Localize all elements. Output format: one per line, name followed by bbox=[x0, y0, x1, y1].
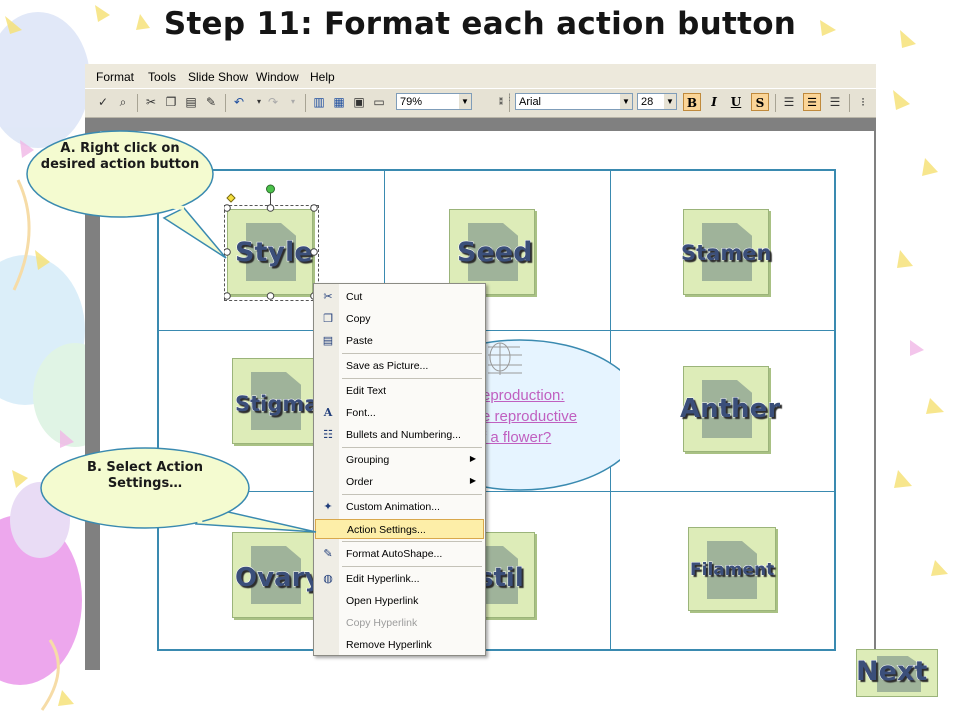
menu-item-paste[interactable]: ▤ Paste bbox=[315, 331, 484, 351]
paste-icon[interactable]: ▤ bbox=[183, 94, 199, 110]
shadow-button[interactable]: S bbox=[751, 93, 769, 111]
menu-item-cut[interactable]: ✂ Cut bbox=[315, 287, 484, 307]
scissors-icon: ✂ bbox=[323, 291, 333, 303]
menu-item-order[interactable]: Order ▶ bbox=[315, 472, 484, 492]
menu-item-bullets-numbering[interactable]: ☷ Bullets and Numbering... bbox=[315, 425, 484, 445]
center-text-line-2: e reproductive bbox=[482, 408, 578, 425]
font-size-value: 28 bbox=[641, 96, 654, 108]
cut-icon[interactable]: ✂ bbox=[143, 94, 159, 110]
label-stamen: Stamen bbox=[680, 241, 772, 266]
copy-icon: ❐ bbox=[323, 313, 333, 325]
callout-a-text: A. Right click on desired action button bbox=[40, 141, 200, 172]
next-button-label: Next bbox=[855, 656, 928, 688]
menu-item-remove-hyperlink[interactable]: Remove Hyperlink bbox=[315, 635, 484, 655]
menu-format[interactable]: Format bbox=[96, 70, 134, 84]
menu-item-copy[interactable]: ❐ Copy bbox=[315, 309, 484, 329]
chart-icon[interactable]: ▥ bbox=[311, 94, 327, 110]
menu-item-edit-text[interactable]: Edit Text bbox=[315, 381, 484, 401]
menu-item-action-settings[interactable]: Action Settings... bbox=[315, 519, 484, 539]
drag-handle-icon[interactable]: ⋮ bbox=[505, 89, 514, 105]
menu-window[interactable]: Window bbox=[256, 70, 299, 84]
font-name-select[interactable]: Arial ▼ bbox=[515, 93, 633, 110]
menu-item-save-as-picture[interactable]: Save as Picture... bbox=[315, 356, 484, 376]
font-name-value: Arial bbox=[519, 96, 542, 108]
label-ovary: Ovary bbox=[234, 563, 322, 594]
table-icon[interactable]: ▦ bbox=[331, 94, 347, 110]
chevron-down-icon: ▼ bbox=[459, 94, 471, 109]
align-left-icon[interactable]: ☰ bbox=[781, 94, 797, 110]
font-icon: A bbox=[323, 406, 333, 419]
chevron-down-icon: ▼ bbox=[620, 94, 632, 109]
menu-help[interactable]: Help bbox=[310, 70, 335, 84]
zoom-select[interactable]: 79% ▼ bbox=[396, 93, 472, 110]
paste-icon: ▤ bbox=[322, 335, 334, 347]
format-painter-icon[interactable]: ✎ bbox=[203, 94, 219, 110]
font-size-select[interactable]: 28 ▼ bbox=[637, 93, 677, 110]
align-right-icon[interactable]: ☰ bbox=[827, 94, 843, 110]
slide-title: Step 11: Format each action button bbox=[163, 6, 797, 42]
center-text-line-3: f a flower? bbox=[482, 429, 552, 446]
hyperlink-icon: ◍ bbox=[323, 573, 333, 585]
label-anther: Anther bbox=[679, 394, 781, 425]
numbering-icon[interactable]: ⁝ bbox=[855, 94, 871, 110]
bullets-icon: ☷ bbox=[323, 429, 333, 441]
redo-icon[interactable]: ↷ bbox=[265, 94, 281, 110]
underline-button[interactable]: U bbox=[727, 93, 745, 111]
callout-b-text: B. Select Action Settings… bbox=[87, 460, 203, 491]
menu-bar: Format Tools Slide Show Window Help bbox=[85, 64, 876, 88]
context-menu: ✂ Cut ❐ Copy ▤ Paste Save as Picture... Edi… bbox=[313, 283, 486, 656]
research-icon[interactable]: ⌕ bbox=[115, 94, 131, 110]
undo-icon[interactable]: ↶ bbox=[231, 94, 247, 110]
callout-b-bubble bbox=[40, 447, 317, 533]
menu-item-copy-hyperlink: Copy Hyperlink bbox=[346, 617, 418, 629]
toolbar: ✓ ⌕ ✂ ❐ ▤ ✎ ↶ ▾ ↷ ▾ ▥ ▦ ▣ ▭ 79% ▼ ⁑ ⋮ Ar… bbox=[85, 88, 876, 118]
bold-button[interactable]: B bbox=[683, 93, 701, 111]
copy-icon[interactable]: ❐ bbox=[163, 94, 179, 110]
menu-item-format-autoshape[interactable]: ✎ Format AutoShape... bbox=[315, 544, 484, 564]
italic-button[interactable]: I bbox=[705, 93, 723, 111]
submenu-arrow-icon: ▶ bbox=[469, 454, 476, 463]
redo-dropdown-icon[interactable]: ▾ bbox=[285, 94, 301, 110]
spelling-icon[interactable]: ✓ bbox=[95, 94, 111, 110]
center-shape-text: eproduction: e reproductive f a flower? bbox=[482, 385, 577, 448]
center-text-line-1: eproduction: bbox=[482, 387, 565, 404]
submenu-arrow-icon: ▶ bbox=[469, 476, 476, 485]
chevron-down-icon: ▼ bbox=[664, 94, 676, 109]
menu-item-grouping[interactable]: Grouping ▶ bbox=[315, 450, 484, 470]
menu-item-font[interactable]: A Font... bbox=[315, 403, 484, 423]
columns-icon[interactable]: ▭ bbox=[371, 94, 387, 110]
label-stigma: Stigma bbox=[234, 392, 319, 417]
align-center-icon[interactable]: ☰ bbox=[803, 93, 821, 111]
menu-item-open-hyperlink[interactable]: Open Hyperlink bbox=[315, 591, 484, 611]
label-seed: Seed bbox=[456, 237, 533, 269]
menu-slide-show[interactable]: Slide Show bbox=[188, 70, 248, 84]
menu-tools[interactable]: Tools bbox=[148, 70, 176, 84]
menu-item-edit-hyperlink[interactable]: ◍ Edit Hyperlink... bbox=[315, 569, 484, 589]
menu-item-custom-animation[interactable]: ✦ Custom Animation... bbox=[315, 497, 484, 517]
zoom-value: 79% bbox=[400, 96, 423, 108]
tables-borders-icon[interactable]: ▣ bbox=[351, 94, 367, 110]
format-shape-icon: ✎ bbox=[323, 548, 333, 560]
label-filament: Filament bbox=[689, 560, 775, 581]
callout-a: A. Right click on desired action button bbox=[38, 141, 202, 201]
